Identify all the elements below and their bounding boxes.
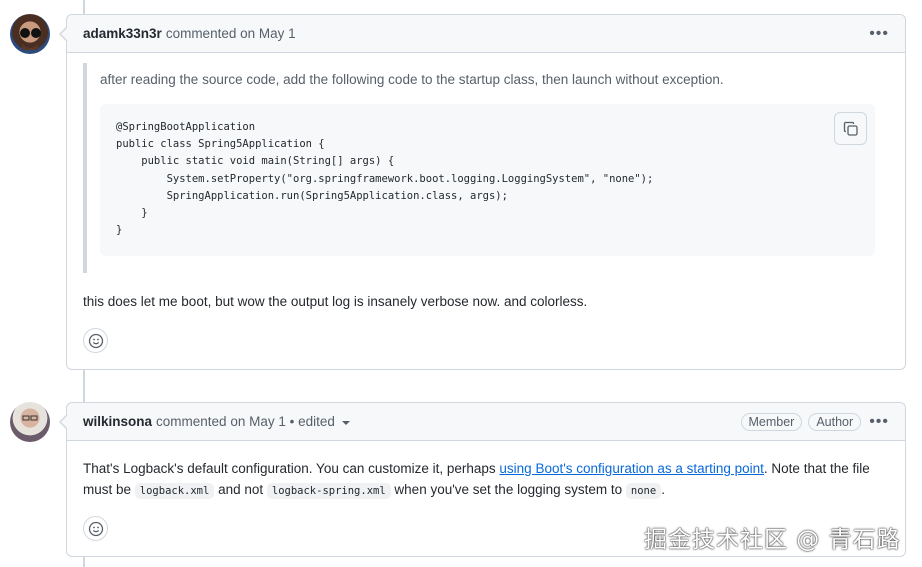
watermark: 掘金技术社区 @ 青石路 <box>644 527 901 553</box>
inline-code: none <box>625 483 662 499</box>
comment-header: adamk33n3r commented on May 1 ••• <box>59 15 905 53</box>
author-badge: Author <box>808 412 862 431</box>
body-text: . <box>661 482 665 497</box>
comment-author[interactable]: wilkinsona <box>83 414 152 429</box>
comment-author[interactable]: adamk33n3r <box>83 26 162 41</box>
avatar-adamk33n3r[interactable] <box>10 14 50 54</box>
blockquote: after reading the source code, add the f… <box>83 63 875 273</box>
more-options-icon[interactable]: ••• <box>869 25 889 43</box>
comment-adamk33n3r: adamk33n3r commented on May 1 ••• after … <box>59 14 906 370</box>
add-reaction-button[interactable] <box>83 516 108 541</box>
inline-code: logback.xml <box>134 483 215 499</box>
timeline-line <box>83 556 85 567</box>
body-text: when you've set the logging system to <box>390 482 626 497</box>
copy-icon <box>843 121 858 136</box>
body-text: and not <box>214 482 267 497</box>
code-block: @SpringBootApplication public class Spri… <box>100 104 875 256</box>
smiley-icon <box>88 333 103 348</box>
more-options-icon[interactable]: ••• <box>869 413 889 431</box>
add-reaction-button[interactable] <box>83 328 108 353</box>
comment-header: wilkinsona commented on May 1 • edited M… <box>59 403 905 441</box>
smiley-icon <box>88 521 103 536</box>
timeline-line <box>83 369 85 402</box>
avatar-wilkinsona[interactable] <box>10 402 50 442</box>
boot-config-link[interactable]: using Boot's configuration as a starting… <box>499 461 764 476</box>
inline-code: logback-spring.xml <box>266 483 391 499</box>
member-badge: Member <box>740 412 803 431</box>
body-text: That's Logback's default configuration. … <box>83 461 500 476</box>
edited-dropdown-icon[interactable] <box>341 421 350 425</box>
comment-timestamp[interactable]: commented on May 1 <box>166 26 296 41</box>
comment-timestamp[interactable]: commented on May 1 • edited <box>156 414 335 429</box>
quote-text: after reading the source code, add the f… <box>100 72 724 87</box>
comment-body: this does let me boot, but wow the outpu… <box>83 294 588 309</box>
comment-body: That's Logback's default configuration. … <box>83 458 893 502</box>
timeline-line <box>83 0 85 14</box>
copy-button[interactable] <box>834 112 867 145</box>
code-text: @SpringBootApplication public class Spri… <box>116 121 654 237</box>
